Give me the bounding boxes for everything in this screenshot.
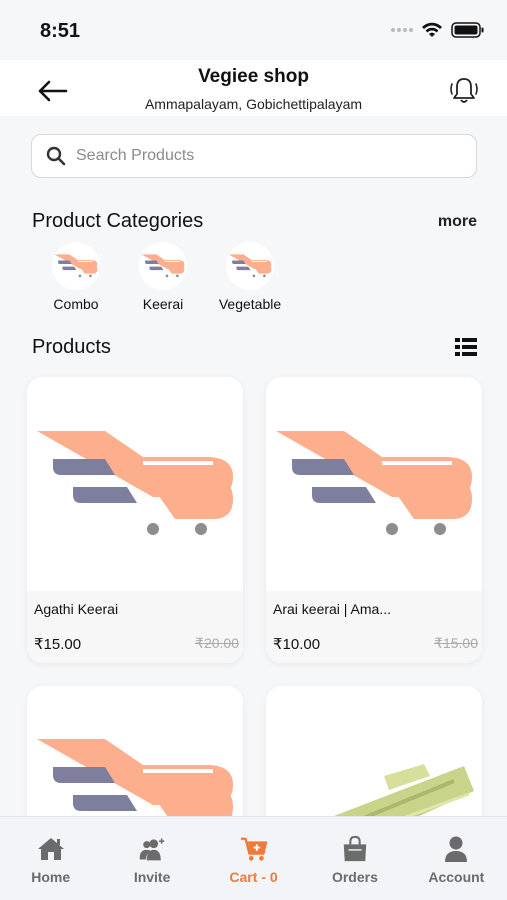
bell-icon xyxy=(450,78,478,103)
list-view-icon xyxy=(455,338,477,356)
invite-users-icon xyxy=(138,835,166,863)
product-name: Arai keerai | Ama... xyxy=(273,601,392,617)
list-view-button[interactable] xyxy=(455,338,477,356)
status-bar: 8:51 xyxy=(0,0,507,60)
category-label: Combo xyxy=(53,296,99,312)
nav-account[interactable]: Account xyxy=(406,817,507,900)
more-categories-link[interactable]: more xyxy=(438,213,477,231)
status-time: 8:51 xyxy=(40,20,81,42)
app-header: Vegiee shop Ammapalayam, Gobichettipalay… xyxy=(0,60,507,116)
product-card[interactable]: Agathi Keerai ₹15.00 ₹20.00 xyxy=(27,377,243,663)
notification-button[interactable] xyxy=(447,74,481,108)
product-mrp: ₹15.00 xyxy=(434,635,478,651)
cart-icon xyxy=(226,242,274,290)
shop-title: Vegiee shop xyxy=(198,66,309,87)
nav-label: Orders xyxy=(331,869,378,885)
wifi-icon xyxy=(422,22,442,37)
status-icons xyxy=(391,22,485,38)
user-icon xyxy=(442,835,470,863)
shopping-bag-icon xyxy=(341,835,369,863)
cart-add-icon xyxy=(240,835,268,863)
product-name: Agathi Keerai xyxy=(34,601,119,617)
search-icon xyxy=(46,146,66,166)
cart-icon xyxy=(139,242,187,290)
search-input[interactable] xyxy=(76,147,436,165)
search-bar[interactable] xyxy=(31,134,477,178)
category-combo[interactable]: Combo xyxy=(31,242,121,312)
nav-cart[interactable]: Cart - 0 xyxy=(203,817,304,900)
nav-label: Home xyxy=(31,869,71,885)
product-info: Arai keerai | Ama... ₹10.00 ₹15.00 xyxy=(266,591,482,663)
cart-icon xyxy=(52,242,100,290)
product-image xyxy=(27,377,243,591)
nav-label: Cart - 0 xyxy=(229,869,278,885)
products-heading: Products xyxy=(32,336,111,358)
battery-icon xyxy=(451,22,484,38)
category-label: Keerai xyxy=(142,296,184,312)
shop-location: Ammapalayam, Gobichettipalayam xyxy=(144,96,363,112)
product-price: ₹10.00 xyxy=(273,636,321,653)
category-keerai[interactable]: Keerai xyxy=(118,242,208,312)
home-icon xyxy=(37,835,65,863)
category-vegetable[interactable]: Vegetable xyxy=(205,242,295,312)
nav-invite[interactable]: Invite xyxy=(101,817,202,900)
nav-orders[interactable]: Orders xyxy=(304,817,405,900)
product-mrp: ₹20.00 xyxy=(195,635,239,651)
category-label: Vegetable xyxy=(218,296,282,312)
nav-label: Invite xyxy=(133,869,171,885)
product-card[interactable]: Arai keerai | Ama... ₹10.00 ₹15.00 xyxy=(266,377,482,663)
nav-home[interactable]: Home xyxy=(0,817,101,900)
bottom-navigation: Home Invite Cart - 0 Orders Account xyxy=(0,816,507,900)
categories-heading: Product Categories xyxy=(32,210,204,232)
nav-label: Account xyxy=(428,869,485,885)
product-price: ₹15.00 xyxy=(34,636,82,653)
product-image xyxy=(266,377,482,591)
product-info: Agathi Keerai ₹15.00 ₹20.00 xyxy=(27,591,243,663)
signal-icon xyxy=(391,28,413,32)
